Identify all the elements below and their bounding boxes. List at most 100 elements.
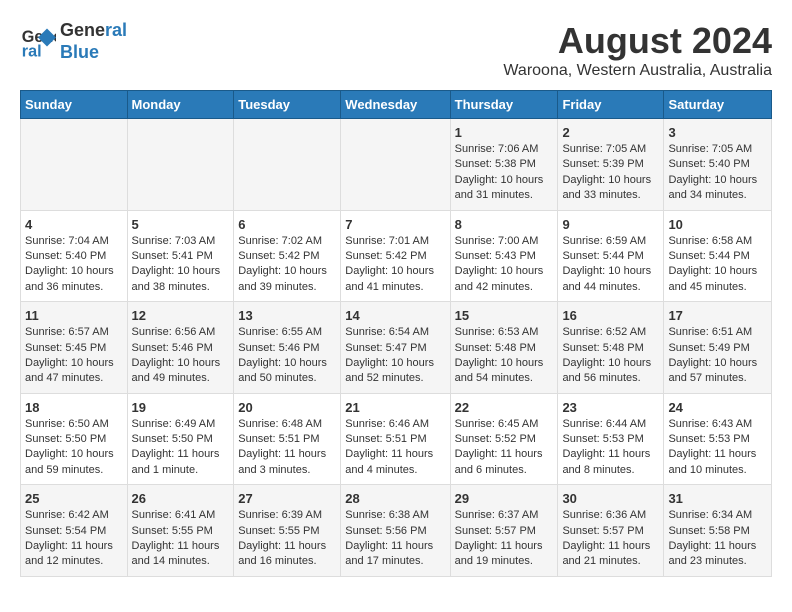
day-number: 23 [562,400,659,415]
calendar-cell: 13 Sunrise: 6:55 AMSunset: 5:46 PMDayligh… [234,302,341,394]
calendar-week-3: 11 Sunrise: 6:57 AMSunset: 5:45 PMDayligh… [21,302,772,394]
calendar-cell: 21 Sunrise: 6:46 AMSunset: 5:51 PMDayligh… [341,393,450,485]
day-number: 13 [238,308,336,323]
day-number: 19 [132,400,230,415]
calendar-table: SundayMondayTuesdayWednesdayThursdayFrid… [20,90,772,577]
calendar-cell: 30 Sunrise: 6:36 AMSunset: 5:57 PMDayligh… [558,485,664,577]
day-info: Sunrise: 6:50 AMSunset: 5:50 PMDaylight:… [25,417,123,479]
day-header-thursday: Thursday [450,91,558,119]
days-header-row: SundayMondayTuesdayWednesdayThursdayFrid… [21,91,772,119]
calendar-cell: 26 Sunrise: 6:41 AMSunset: 5:55 PMDayligh… [127,485,234,577]
day-info: Sunrise: 6:44 AMSunset: 5:53 PMDaylight:… [562,417,659,479]
day-number: 11 [25,308,123,323]
calendar-cell: 1 Sunrise: 7:06 AMSunset: 5:38 PMDaylight… [450,119,558,211]
day-number: 2 [562,125,659,140]
day-number: 29 [455,491,554,506]
day-number: 10 [668,217,767,232]
day-info: Sunrise: 6:45 AMSunset: 5:52 PMDaylight:… [455,417,554,479]
logo: Gene ral General Blue [20,20,127,63]
day-number: 25 [25,491,123,506]
day-info: Sunrise: 6:42 AMSunset: 5:54 PMDaylight:… [25,508,123,570]
day-number: 24 [668,400,767,415]
logo-icon: Gene ral [20,24,56,60]
day-number: 31 [668,491,767,506]
month-title: August 2024 [503,20,772,62]
day-number: 15 [455,308,554,323]
day-info: Sunrise: 6:57 AMSunset: 5:45 PMDaylight:… [25,325,123,387]
day-number: 20 [238,400,336,415]
calendar-cell: 12 Sunrise: 6:56 AMSunset: 5:46 PMDayligh… [127,302,234,394]
calendar-cell: 25 Sunrise: 6:42 AMSunset: 5:54 PMDayligh… [21,485,128,577]
calendar-header: SundayMondayTuesdayWednesdayThursdayFrid… [21,91,772,119]
day-info: Sunrise: 7:03 AMSunset: 5:41 PMDaylight:… [132,234,230,296]
day-info: Sunrise: 6:56 AMSunset: 5:46 PMDaylight:… [132,325,230,387]
logo-text: General Blue [60,20,127,63]
calendar-cell: 11 Sunrise: 6:57 AMSunset: 5:45 PMDayligh… [21,302,128,394]
day-number: 28 [345,491,445,506]
day-info: Sunrise: 6:49 AMSunset: 5:50 PMDaylight:… [132,417,230,479]
day-info: Sunrise: 6:58 AMSunset: 5:44 PMDaylight:… [668,234,767,296]
day-number: 3 [668,125,767,140]
calendar-cell: 20 Sunrise: 6:48 AMSunset: 5:51 PMDayligh… [234,393,341,485]
svg-text:ral: ral [22,42,42,60]
day-header-monday: Monday [127,91,234,119]
day-header-saturday: Saturday [664,91,772,119]
day-header-tuesday: Tuesday [234,91,341,119]
calendar-week-2: 4Sunrise: 7:04 AMSunset: 5:40 PMDaylight… [21,210,772,302]
day-info: Sunrise: 6:43 AMSunset: 5:53 PMDaylight:… [668,417,767,479]
calendar-cell: 23 Sunrise: 6:44 AMSunset: 5:53 PMDayligh… [558,393,664,485]
day-number: 16 [562,308,659,323]
day-number: 18 [25,400,123,415]
calendar-cell: 14 Sunrise: 6:54 AMSunset: 5:47 PMDayligh… [341,302,450,394]
day-number: 21 [345,400,445,415]
day-info: Sunrise: 6:48 AMSunset: 5:51 PMDaylight:… [238,417,336,479]
day-number: 1 [455,125,554,140]
day-number: 30 [562,491,659,506]
day-info: Sunrise: 6:38 AMSunset: 5:56 PMDaylight:… [345,508,445,570]
day-number: 6 [238,217,336,232]
calendar-cell: 28 Sunrise: 6:38 AMSunset: 5:56 PMDayligh… [341,485,450,577]
day-info: Sunrise: 6:41 AMSunset: 5:55 PMDaylight:… [132,508,230,570]
day-info: Sunrise: 6:46 AMSunset: 5:51 PMDaylight:… [345,417,445,479]
calendar-week-5: 25 Sunrise: 6:42 AMSunset: 5:54 PMDayligh… [21,485,772,577]
day-number: 12 [132,308,230,323]
day-info: Sunrise: 6:39 AMSunset: 5:55 PMDaylight:… [238,508,336,570]
calendar-cell: 7Sunrise: 7:01 AMSunset: 5:42 PMDaylight… [341,210,450,302]
location: Waroona, Western Australia, Australia [503,62,772,80]
day-number: 8 [455,217,554,232]
day-info: Sunrise: 7:05 AMSunset: 5:39 PMDaylight:… [562,142,659,204]
calendar-cell [127,119,234,211]
day-info: Sunrise: 6:37 AMSunset: 5:57 PMDaylight:… [455,508,554,570]
calendar-cell: 5Sunrise: 7:03 AMSunset: 5:41 PMDaylight… [127,210,234,302]
day-info: Sunrise: 6:51 AMSunset: 5:49 PMDaylight:… [668,325,767,387]
day-info: Sunrise: 6:36 AMSunset: 5:57 PMDaylight:… [562,508,659,570]
day-header-friday: Friday [558,91,664,119]
day-number: 4 [25,217,123,232]
calendar-cell: 31Sunrise: 6:34 AMSunset: 5:58 PMDayligh… [664,485,772,577]
calendar-cell: 18 Sunrise: 6:50 AMSunset: 5:50 PMDayligh… [21,393,128,485]
day-info: Sunrise: 7:02 AMSunset: 5:42 PMDaylight:… [238,234,336,296]
calendar-cell: 17Sunrise: 6:51 AMSunset: 5:49 PMDayligh… [664,302,772,394]
day-number: 22 [455,400,554,415]
day-header-sunday: Sunday [21,91,128,119]
day-info: Sunrise: 6:53 AMSunset: 5:48 PMDaylight:… [455,325,554,387]
calendar-body: 1 Sunrise: 7:06 AMSunset: 5:38 PMDaylight… [21,119,772,577]
calendar-cell: 16 Sunrise: 6:52 AMSunset: 5:48 PMDayligh… [558,302,664,394]
day-number: 7 [345,217,445,232]
day-info: Sunrise: 6:54 AMSunset: 5:47 PMDaylight:… [345,325,445,387]
day-header-wednesday: Wednesday [341,91,450,119]
calendar-cell [234,119,341,211]
calendar-cell [341,119,450,211]
day-number: 14 [345,308,445,323]
title-block: August 2024 Waroona, Western Australia, … [503,20,772,80]
calendar-cell: 9Sunrise: 6:59 AMSunset: 5:44 PMDaylight… [558,210,664,302]
day-number: 26 [132,491,230,506]
day-number: 9 [562,217,659,232]
calendar-cell: 6 Sunrise: 7:02 AMSunset: 5:42 PMDaylight… [234,210,341,302]
calendar-cell [21,119,128,211]
page-header: Gene ral General Blue August 2024 Waroon… [20,20,772,80]
day-info: Sunrise: 6:55 AMSunset: 5:46 PMDaylight:… [238,325,336,387]
calendar-cell: 27Sunrise: 6:39 AMSunset: 5:55 PMDayligh… [234,485,341,577]
day-info: Sunrise: 7:06 AMSunset: 5:38 PMDaylight:… [455,142,554,204]
day-info: Sunrise: 6:52 AMSunset: 5:48 PMDaylight:… [562,325,659,387]
